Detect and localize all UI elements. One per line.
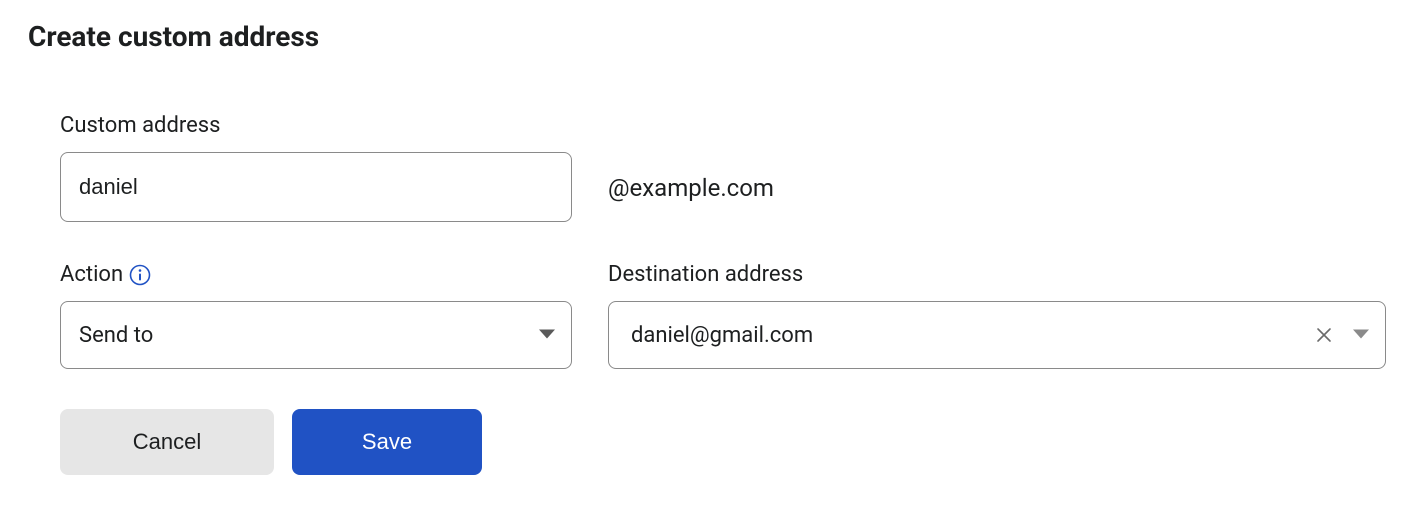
action-label-text: Action (60, 262, 123, 287)
custom-address-input[interactable] (60, 152, 572, 222)
clear-icon[interactable] (1316, 327, 1332, 343)
action-select[interactable]: Send to (60, 301, 572, 369)
field-destination: Destination address daniel@gmail.com (608, 262, 1386, 369)
save-button[interactable]: Save (292, 409, 482, 475)
page-title: Create custom address (28, 20, 1396, 53)
custom-address-label: Custom address (60, 113, 572, 138)
domain-suffix: @example.com (608, 113, 774, 222)
row-action-destination: Action Send to Destina (60, 262, 1396, 369)
destination-label: Destination address (608, 262, 1386, 287)
form-area: Custom address @example.com Action Send … (28, 113, 1396, 475)
row-custom-address: Custom address @example.com (60, 113, 1396, 222)
destination-select[interactable]: daniel@gmail.com (608, 301, 1386, 369)
action-select-value: Send to (60, 301, 572, 369)
destination-select-value: daniel@gmail.com (608, 301, 1386, 369)
field-custom-address: Custom address (60, 113, 572, 222)
action-label: Action (60, 262, 572, 287)
info-icon[interactable] (129, 264, 151, 286)
button-row: Cancel Save (60, 409, 1396, 475)
field-action: Action Send to (60, 262, 572, 369)
cancel-button[interactable]: Cancel (60, 409, 274, 475)
